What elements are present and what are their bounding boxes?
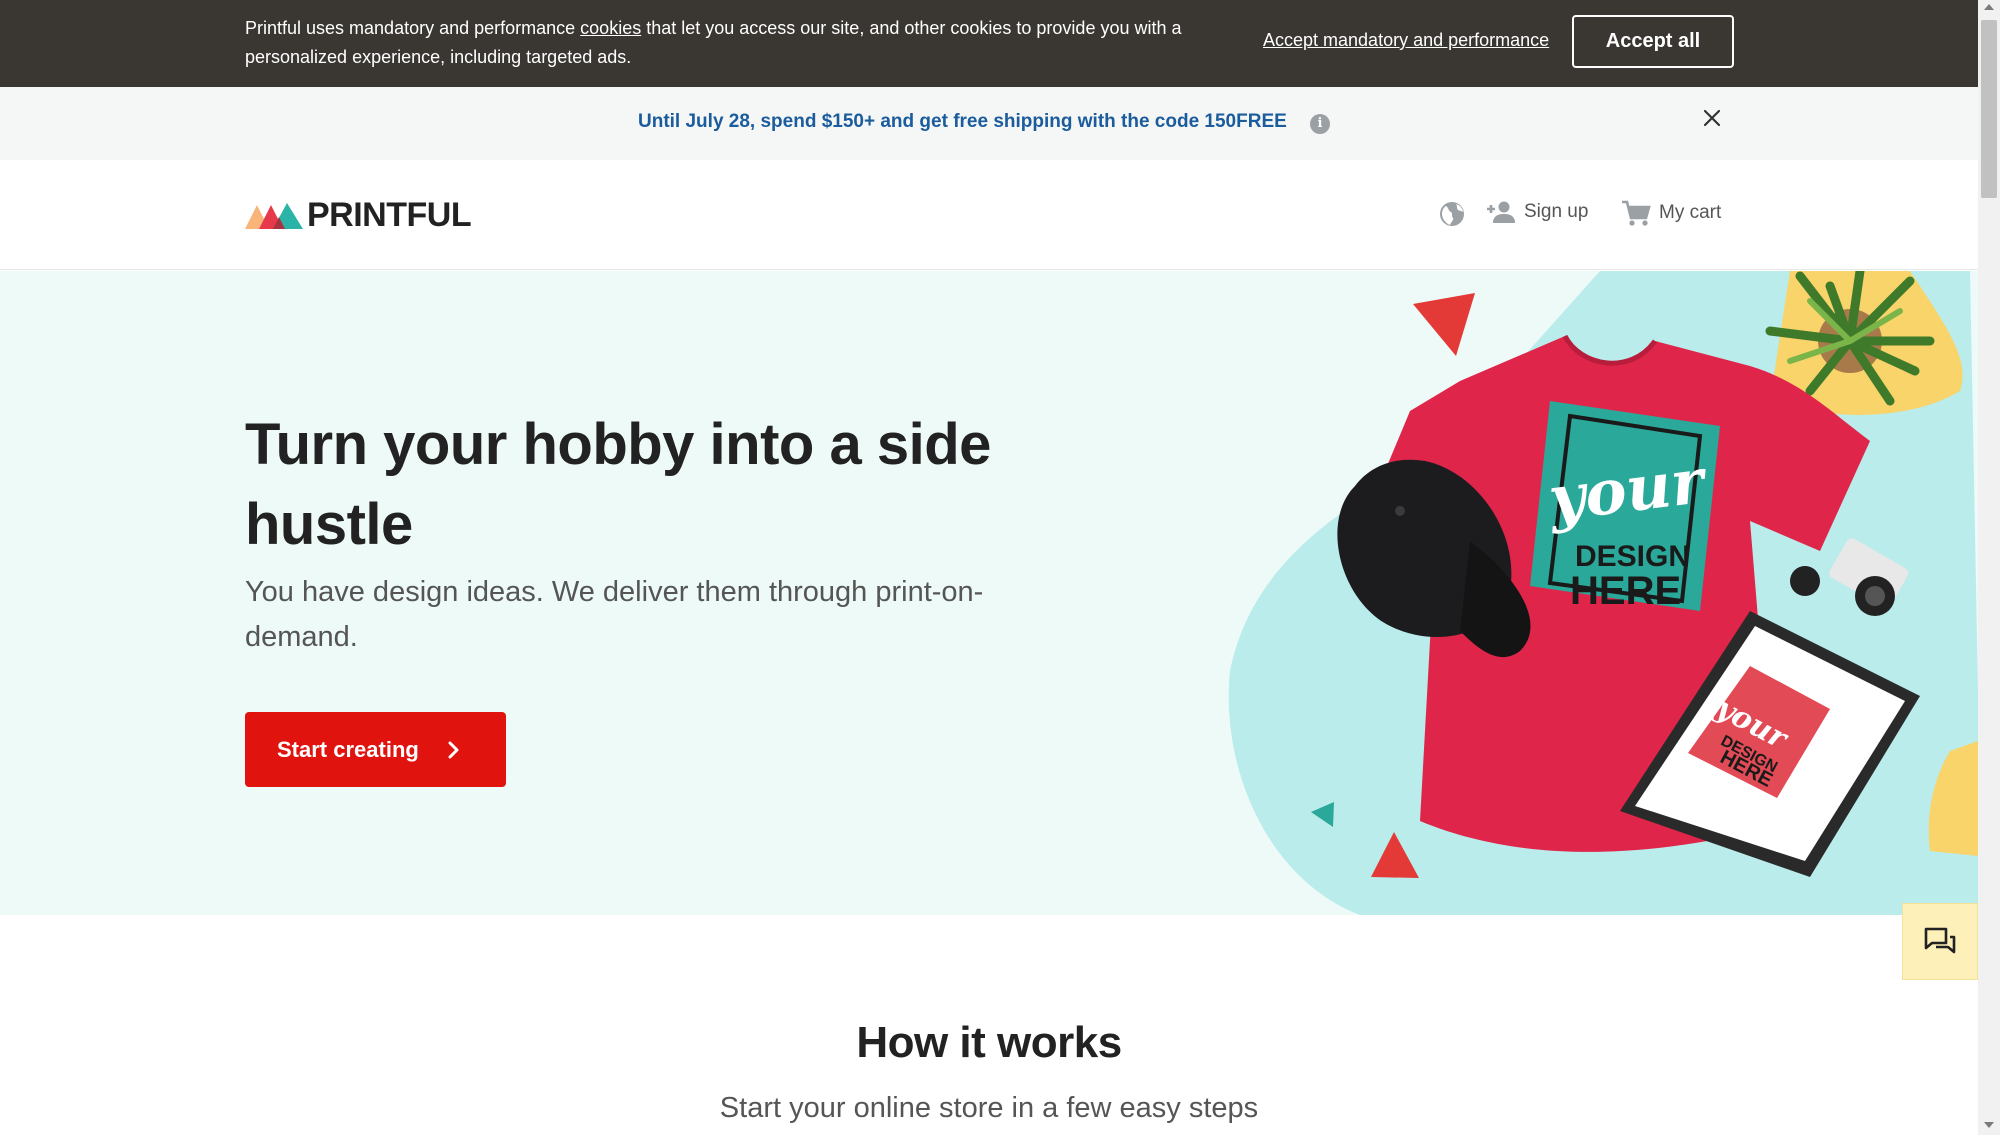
hero-title: Turn your hobby into a side hustle: [245, 412, 991, 557]
scroll-down-arrow-icon[interactable]: [1984, 1122, 1994, 1128]
cookie-banner-text: Printful uses mandatory and performance …: [245, 14, 1225, 72]
how-it-works-title: How it works: [856, 1018, 1122, 1067]
start-creating-button[interactable]: Start creating: [245, 712, 506, 787]
chat-icon: [1924, 927, 1956, 953]
hero-subtitle: You have design ideas. We deliver them t…: [245, 576, 984, 653]
add-person-icon: [1487, 201, 1515, 223]
promo-text: Until July 28, spend $150+ and get free …: [638, 111, 1287, 132]
accept-all-button[interactable]: Accept all: [1572, 15, 1734, 68]
logo-mark-icon: [245, 203, 303, 229]
logo-text: PRINTFUL: [307, 195, 472, 234]
chat-button[interactable]: [1902, 903, 1978, 980]
cart-icon: [1622, 200, 1651, 226]
close-icon[interactable]: [1700, 106, 1724, 130]
scrollbar-thumb[interactable]: [1981, 20, 1997, 198]
my-cart-label: My cart: [1659, 202, 1722, 223]
shirt-design-text-3: HERE: [1570, 569, 1681, 613]
info-icon[interactable]: i: [1310, 114, 1330, 134]
chevron-right-icon: [448, 741, 459, 758]
my-cart-link[interactable]: My cart: [1621, 199, 1721, 227]
printful-logo[interactable]: PRINTFUL: [245, 195, 472, 234]
sign-up-link[interactable]: Sign up: [1486, 200, 1588, 224]
accept-mandatory-link[interactable]: Accept mandatory and performance: [1263, 30, 1549, 51]
start-creating-label: Start creating: [277, 736, 419, 762]
promo-banner: Until July 28, spend $150+ and get free …: [0, 87, 1978, 160]
hero-product-image: your DESIGN HERE your DESIGN HERE: [1228, 271, 1978, 915]
red-triangle-top: [1413, 293, 1475, 356]
cookies-link[interactable]: cookies: [580, 18, 641, 38]
sign-up-label: Sign up: [1524, 201, 1589, 222]
globe-icon[interactable]: [1438, 200, 1466, 228]
cookie-text-start: Printful uses mandatory and performance: [245, 18, 581, 38]
how-it-works-subtitle: Start your online store in a few easy st…: [719, 1092, 1259, 1124]
scroll-up-arrow-icon[interactable]: [1984, 4, 1994, 10]
